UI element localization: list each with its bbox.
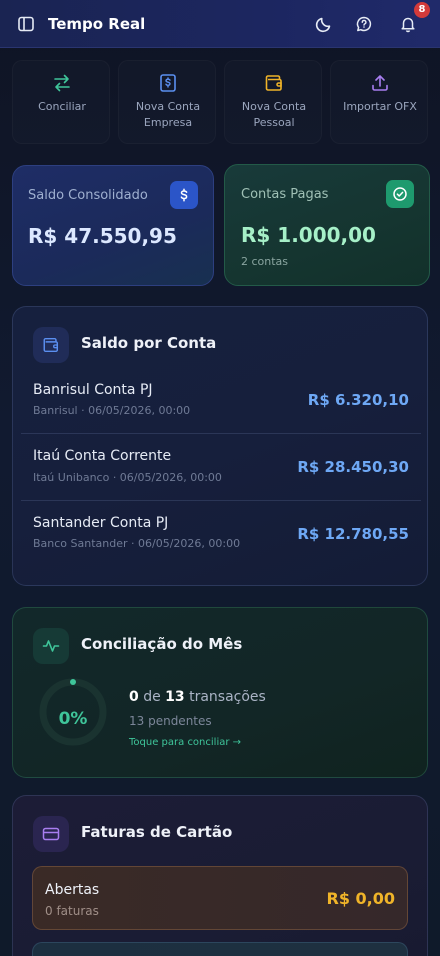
top-bar: Tempo Real 8 [0,0,440,48]
account-row[interactable]: Itaú Conta Corrente Itaú Unibanco · 06/0… [21,433,421,499]
card-label: Saldo Consolidado [28,188,148,203]
check-circle-icon [386,180,414,208]
quick-actions: Conciliar Nova Conta Empresa Nova Conta Pe… [12,60,428,144]
new-personal-account-button[interactable]: Nova Conta Pessoal [224,60,322,144]
open-invoices-row[interactable]: Abertas 0 faturas R$ 0,00 [32,866,408,930]
panel-title: Faturas de Cartão [81,823,233,841]
sidebar-toggle-icon[interactable] [16,14,36,34]
account-meta: Itaú Unibanco · 06/05/2026, 00:00 [33,471,222,484]
reconcile-action-button[interactable]: Conciliar [12,60,110,144]
dollar-icon [170,181,198,209]
monthly-reconciliation-panel[interactable]: Conciliação do Mês 0% 0 de 13 transações… [12,607,428,778]
wallet-icon [264,73,284,93]
transactions-summary: 0 de 13 transações [129,689,266,705]
app-title: Tempo Real [48,15,146,33]
action-label: Importar OFX [343,100,417,113]
wallet-icon [33,327,69,363]
activity-pulse-icon [33,628,69,664]
dollar-document-icon [158,73,178,93]
invoice-status-label: Abertas [45,882,100,898]
card-label: Contas Pagas [241,187,329,202]
credit-card-icon [33,816,69,852]
help-chat-icon[interactable] [354,14,374,34]
account-meta: Banrisul · 06/05/2026, 00:00 [33,404,191,417]
panel-title: Conciliação do Mês [81,635,243,653]
import-ofx-button[interactable]: Importar OFX [330,60,428,144]
account-name: Santander Conta PJ [33,515,169,531]
account-balance: R$ 28.450,30 [297,458,409,476]
invoice-count: 0 faturas [45,904,99,918]
paid-bills-card[interactable]: Contas Pagas R$ 1.000,00 2 contas [224,164,430,286]
notifications-bell-icon[interactable] [398,14,418,34]
account-balance: R$ 12.780,55 [297,525,409,543]
account-row[interactable]: Santander Conta PJ Banco Santander · 06/… [21,500,421,566]
invoice-total: R$ 0,00 [326,889,396,908]
panel-title: Saldo por Conta [81,334,217,352]
account-name: Banrisul Conta PJ [33,382,153,398]
action-label: Nova Conta Empresa [135,100,201,129]
account-row[interactable]: Banrisul Conta PJ Banrisul · 06/05/2026,… [21,367,421,433]
account-balance: R$ 6.320,10 [307,391,409,409]
action-label: Conciliar [38,100,86,113]
progress-percent: 0% [58,709,88,729]
account-meta: Banco Santander · 06/05/2026, 00:00 [33,537,241,550]
invoice-row[interactable] [32,942,408,956]
pending-count: 13 pendentes [129,714,212,728]
account-name: Itaú Conta Corrente [33,448,172,464]
reconcile-link[interactable]: Toque para conciliar → [129,737,241,748]
action-label: Nova Conta Pessoal [241,100,307,129]
notification-badge: 8 [414,2,430,18]
arrows-exchange-icon [52,73,72,93]
card-value: R$ 47.550,95 [28,224,177,248]
dark-mode-icon[interactable] [314,14,334,34]
card-subtext: 2 contas [241,255,289,268]
upload-icon [370,73,390,93]
card-value: R$ 1.000,00 [241,223,376,247]
consolidated-balance-card[interactable]: Saldo Consolidado R$ 47.550,95 [12,165,214,286]
accounts-balance-panel: Saldo por Conta Banrisul Conta PJ Banris… [12,306,428,586]
new-company-account-button[interactable]: Nova Conta Empresa [118,60,216,144]
